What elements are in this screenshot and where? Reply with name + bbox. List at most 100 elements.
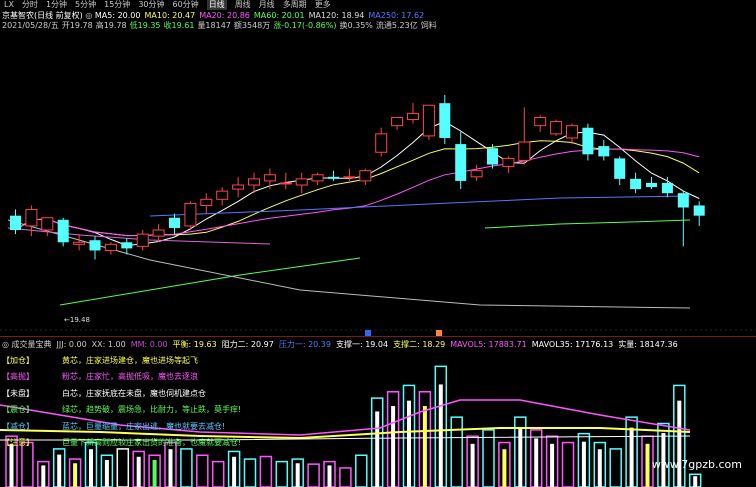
ma120-line xyxy=(7,219,691,309)
volume-bar-core xyxy=(57,454,62,487)
legend-row-0: 【加仓】 黄芯，庄家进场建仓，魔也进场等起飞 xyxy=(2,352,262,369)
volume-field-11: 实量: 18147.36 xyxy=(618,340,678,349)
ma10-line xyxy=(15,140,700,237)
candle-body-up xyxy=(375,133,388,153)
candle-body-up xyxy=(422,104,435,137)
candle-body-down xyxy=(455,144,467,181)
legend-desc: 蓝芯，巨量缩量，庄家出逃，魔也就要去减仓! xyxy=(62,421,226,431)
volume-bar xyxy=(196,454,209,487)
volume-bar-core xyxy=(502,449,507,487)
volume-field-2: XX: 1.00 xyxy=(91,340,126,349)
volume-bar-core xyxy=(375,411,380,487)
volume-bar xyxy=(561,441,575,487)
volume-field-0: 成交量宝典 xyxy=(11,340,52,349)
volume-bar-core xyxy=(550,443,555,487)
legend-row-5: 【注意】 巨量下新高则应较庄家出货的准备，也魔就要减仓! xyxy=(2,435,262,452)
legend-desc: 粉芯，庄家忙，高抛低吸，魔也去逐浪 xyxy=(62,372,198,382)
legend-key: 【减仓】 xyxy=(2,421,34,431)
candle-body-down xyxy=(487,148,498,165)
legend-row-3: 【震仓】 绿芯，趋势破，震场急，比耐力，等止跌，莫手痒! xyxy=(2,402,262,419)
candle-body-up xyxy=(248,178,260,186)
candle-body-down xyxy=(693,205,705,216)
volume-field-6: 压力一: 20.39 xyxy=(278,340,331,349)
candle-body-up xyxy=(470,170,483,178)
ma5-line xyxy=(15,121,700,247)
candle-body-up xyxy=(311,174,324,182)
candle-body-up xyxy=(407,112,419,121)
candle-body-down xyxy=(121,242,133,249)
candle-body-down xyxy=(598,146,610,157)
legend-row-2: 【未盘】 白芯，庄家抚底在未盘，魔也伺机建点仓 xyxy=(2,385,262,402)
legend-key: 【高抛】 xyxy=(2,372,34,382)
candle-body-down xyxy=(646,182,657,188)
candle-body-up xyxy=(25,209,38,227)
candle-body-down xyxy=(439,103,451,138)
volume-bar-core xyxy=(407,400,411,487)
volume-field-1: JJJ: 0.00 xyxy=(56,340,87,349)
volume-bar-core xyxy=(581,441,586,487)
volume-field-7: 支撑一: 19.04 xyxy=(335,340,389,349)
legend-desc: 黄芯，庄家进场建仓，魔也进场等起飞 xyxy=(62,355,198,365)
panel-divider[interactable] xyxy=(0,336,756,337)
volume-field-5: 阻力二: 20.97 xyxy=(221,340,274,349)
candle-body-up xyxy=(200,198,213,206)
volume-field-8: 支撑二: 18.29 xyxy=(393,340,446,349)
volume-bar-core xyxy=(422,406,427,487)
volume-bar-core xyxy=(693,476,698,487)
site-watermark: www.7gpzb.com xyxy=(651,458,742,471)
volume-bar xyxy=(275,460,289,487)
candle-body-down xyxy=(630,178,642,190)
volume-bar-core xyxy=(89,449,93,487)
legend-key: 【加仓】 xyxy=(2,355,34,365)
candle-body-down xyxy=(10,215,21,230)
legend-desc: 巨量下新高则应较庄家出货的准备，也魔就要减仓! xyxy=(62,438,242,448)
volume-bar xyxy=(180,448,193,487)
candle-body-up xyxy=(566,125,578,139)
candle-body-up xyxy=(232,184,245,190)
volume-bar xyxy=(116,448,130,487)
candle-body-down xyxy=(57,219,69,243)
volume-legend: 【加仓】 黄芯，庄家进场建仓，魔也进场等起飞【高抛】 粉芯，庄家忙，高抛低吸，魔也去… xyxy=(2,352,262,451)
candle-body-up xyxy=(359,170,372,182)
legend-key: 【未盘】 xyxy=(2,388,34,398)
candle-body-up xyxy=(391,117,404,127)
volume-bar-core xyxy=(295,463,300,487)
candle-body-up xyxy=(73,241,86,245)
volume-bar xyxy=(450,416,463,487)
volume-bar-core xyxy=(438,384,443,487)
volume-bar-core xyxy=(136,456,141,487)
min-price-label: ←19.48 xyxy=(64,316,90,324)
legend-key: 【震仓】 xyxy=(2,405,34,415)
volume-bar xyxy=(355,454,368,487)
volume-bar-core xyxy=(168,449,173,487)
indicator-icon: ◎ xyxy=(2,340,12,349)
candle-body-up xyxy=(502,157,515,168)
candle-body-down xyxy=(328,176,339,179)
legend-row-1: 【高抛】 粉芯，庄家忙，高抛低吸，魔也去逐浪 xyxy=(2,369,262,386)
volume-bar-core xyxy=(327,465,332,487)
candle-body-up xyxy=(279,182,292,185)
volume-bar xyxy=(482,429,495,487)
candle-body-down xyxy=(614,158,626,179)
candle-body-down xyxy=(89,240,101,251)
volume-bar-core xyxy=(470,443,475,487)
volume-field-3: MM: 0.00 xyxy=(130,340,168,349)
candle-body-up xyxy=(518,141,531,161)
volume-field-9: MAVOL5: 17883.71 xyxy=(450,340,527,349)
candle-body-down xyxy=(661,182,673,194)
volume-field-4: 平衡: 19.63 xyxy=(172,340,217,349)
volume-bar xyxy=(307,463,320,487)
candle-body-up xyxy=(534,117,547,127)
volume-bar-core xyxy=(534,438,539,487)
candle-body-up xyxy=(184,202,197,227)
volume-bar xyxy=(609,448,622,487)
legend-desc: 白芯，庄家抚底在未盘，魔也伺机建点仓 xyxy=(62,388,206,398)
candle-body-up xyxy=(343,176,356,179)
candle-body-up xyxy=(550,121,563,135)
ma250-line xyxy=(149,195,691,217)
legend-key: 【注意】 xyxy=(2,438,34,448)
volume-bar-core xyxy=(232,456,237,487)
ma60-line-right xyxy=(484,219,691,229)
candle-body-up xyxy=(152,229,165,237)
volume-bar-core xyxy=(645,443,650,487)
